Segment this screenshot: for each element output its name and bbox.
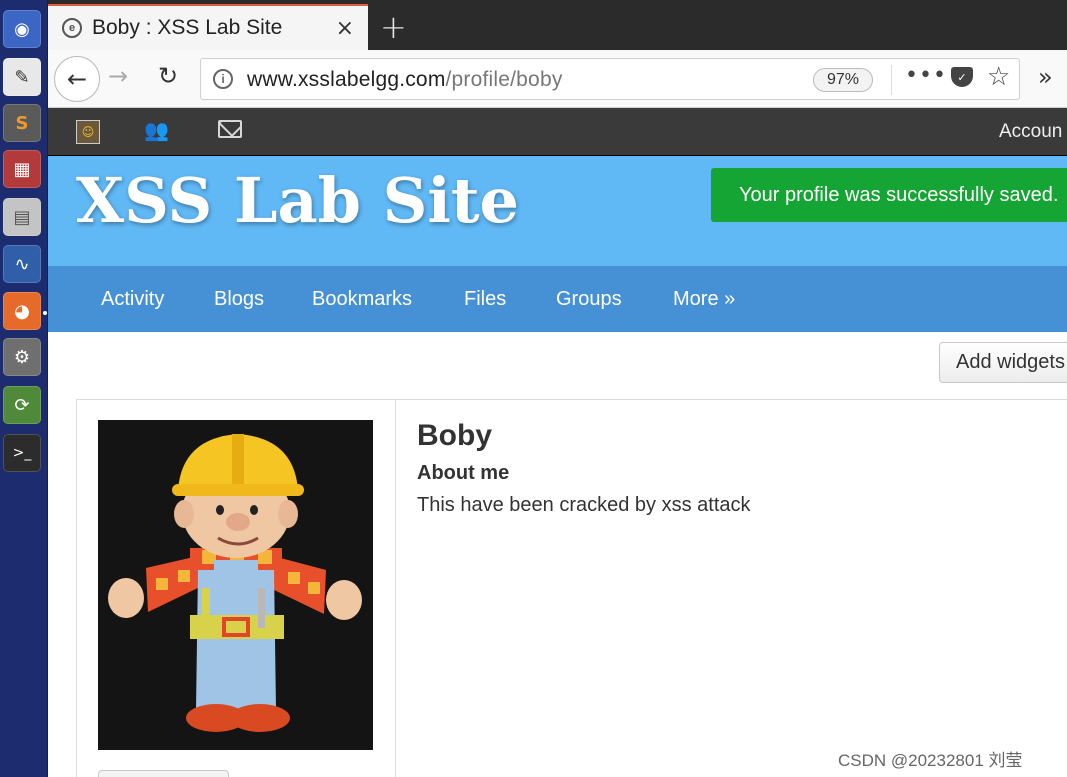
profile-action-button[interactable]	[98, 770, 229, 777]
user-avatar-icon[interactable]: ☺	[76, 120, 100, 144]
profile-divider	[395, 400, 396, 777]
software-updater-icon[interactable]: ⟳	[3, 386, 41, 424]
zoom-level-indicator[interactable]: 97%	[813, 68, 873, 92]
menu-item-groups[interactable]: Groups	[556, 288, 622, 311]
tab-title: Boby : XSS Lab Site	[92, 16, 283, 39]
url-path: /profile/boby	[445, 68, 563, 91]
firefox-icon[interactable]: ◕	[3, 292, 41, 330]
site-topbar: ☺ 👥 Accoun	[48, 108, 1067, 156]
system-settings-icon[interactable]: ⚙	[3, 338, 41, 376]
about-me-text: This have been cracked by xss attack	[417, 494, 751, 516]
terminal-icon[interactable]: >_	[3, 434, 41, 472]
watermark: CSDN @20232801 刘莹	[838, 751, 1023, 770]
site-menu: Activity Blogs Bookmarks Files Groups Mo…	[48, 266, 1067, 332]
add-widgets-button[interactable]: Add widgets	[939, 342, 1067, 383]
site-title[interactable]: XSS Lab Site	[76, 164, 519, 237]
sublime-text-icon[interactable]: S	[3, 104, 41, 142]
new-tab-button[interactable]: +	[380, 8, 407, 46]
menu-item-activity[interactable]: Activity	[101, 288, 164, 311]
reload-button[interactable]: ↻	[158, 62, 178, 90]
ghex-icon[interactable]: ▦	[3, 150, 41, 188]
account-menu[interactable]: Accoun	[999, 121, 1062, 143]
menu-item-bookmarks[interactable]: Bookmarks	[312, 288, 412, 311]
bob-the-builder-figure	[98, 420, 373, 750]
browser-tab[interactable]: e Boby : XSS Lab Site ×	[48, 4, 368, 50]
success-message[interactable]: Your profile was successfully saved.	[711, 168, 1067, 222]
success-message-text: Your profile was successfully saved.	[739, 183, 1059, 206]
menu-item-blogs[interactable]: Blogs	[214, 288, 264, 311]
url-text[interactable]: www.xsslabelgg.com/profile/boby	[247, 68, 563, 92]
menu-item-files[interactable]: Files	[464, 288, 506, 311]
friends-icon[interactable]: 👥	[144, 118, 169, 142]
menu-item-more[interactable]: More »	[673, 288, 735, 311]
active-app-indicator	[43, 311, 47, 315]
forward-button[interactable]: →	[108, 62, 128, 90]
bookmark-star-icon[interactable]: ☆	[987, 62, 1010, 92]
pocket-icon[interactable]: ✓	[951, 67, 973, 87]
arrow-left-icon: ←	[66, 65, 88, 93]
site-favicon-icon: e	[62, 18, 82, 38]
about-me-label: About me	[417, 462, 510, 484]
ubuntu-dash-icon[interactable]: ◉	[3, 10, 41, 48]
url-host: www.xsslabelgg.com	[247, 68, 446, 91]
info-icon[interactable]: i	[213, 69, 233, 89]
site-header: XSS Lab Site Your profile was successful…	[48, 156, 1067, 266]
profile-photo	[98, 420, 373, 750]
tab-close-icon[interactable]: ×	[336, 16, 354, 41]
messages-icon[interactable]	[218, 120, 242, 138]
url-bar-divider	[891, 65, 892, 95]
toolbar-overflow-icon[interactable]: »	[1038, 63, 1053, 91]
browser-nav-bar: ← → ↻ i www.xsslabelgg.com/profile/boby …	[48, 50, 1067, 108]
text-editor-icon[interactable]: ✎	[3, 58, 41, 96]
wireshark-icon[interactable]: ∿	[3, 245, 41, 283]
files-icon[interactable]: ▤	[3, 198, 41, 236]
url-bar[interactable]: i www.xsslabelgg.com/profile/boby 97% ••…	[200, 58, 1020, 100]
browser-tab-strip: e Boby : XSS Lab Site × +	[48, 0, 1067, 50]
profile-name: Boby	[417, 419, 492, 452]
ubuntu-launcher: ◉ ✎ S ▦ ▤ ∿ ◕ ⚙ ⟳ >_	[0, 0, 48, 777]
back-button[interactable]: ←	[54, 56, 100, 102]
page-actions-icon[interactable]: •••	[905, 63, 947, 88]
